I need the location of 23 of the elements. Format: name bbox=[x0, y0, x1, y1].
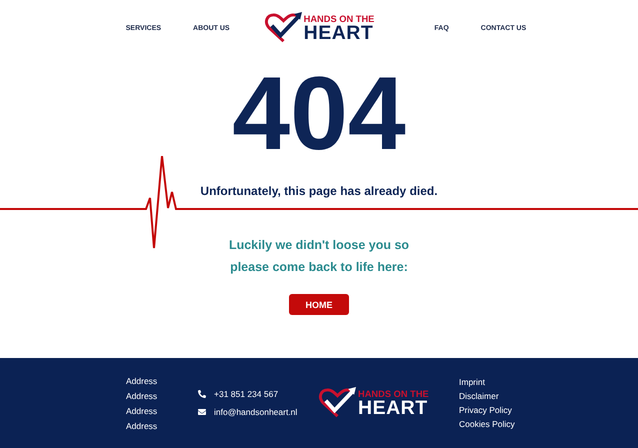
address-text: Address bbox=[126, 390, 158, 400]
footer-link[interactable]: Cookies Policy bbox=[459, 419, 539, 429]
logo-tagline: HANDS ON THE bbox=[304, 14, 374, 24]
logo-tagline: HANDS ON THE bbox=[358, 390, 429, 400]
help-text: Luckily we didn't loose you so bbox=[228, 238, 410, 252]
mail-icon bbox=[198, 408, 206, 416]
footer-link[interactable]: Imprint bbox=[459, 377, 539, 387]
heart-check-icon bbox=[318, 387, 357, 419]
address-text: Address bbox=[126, 406, 158, 416]
address-text: Address bbox=[126, 420, 158, 430]
phone-icon bbox=[198, 390, 206, 398]
address-text: Address bbox=[126, 376, 158, 386]
home-button[interactable]: HOME bbox=[289, 294, 349, 315]
help-text: please come back to life here: bbox=[230, 260, 408, 274]
contact-link[interactable]: info@handsonheart.nl bbox=[214, 407, 298, 417]
contact-link[interactable]: +31 851 234 567 bbox=[214, 389, 278, 399]
error-code: 404 bbox=[232, 62, 406, 166]
logo-wordmark: HEART bbox=[358, 399, 429, 419]
logo-wordmark: HEART bbox=[304, 24, 374, 44]
footer-link[interactable]: Disclaimer bbox=[459, 391, 539, 401]
heart-check-icon bbox=[264, 12, 303, 44]
footer-link[interactable]: Privacy Policy bbox=[459, 405, 539, 415]
error-message: Unfortunately, this page has already died. bbox=[200, 184, 438, 198]
